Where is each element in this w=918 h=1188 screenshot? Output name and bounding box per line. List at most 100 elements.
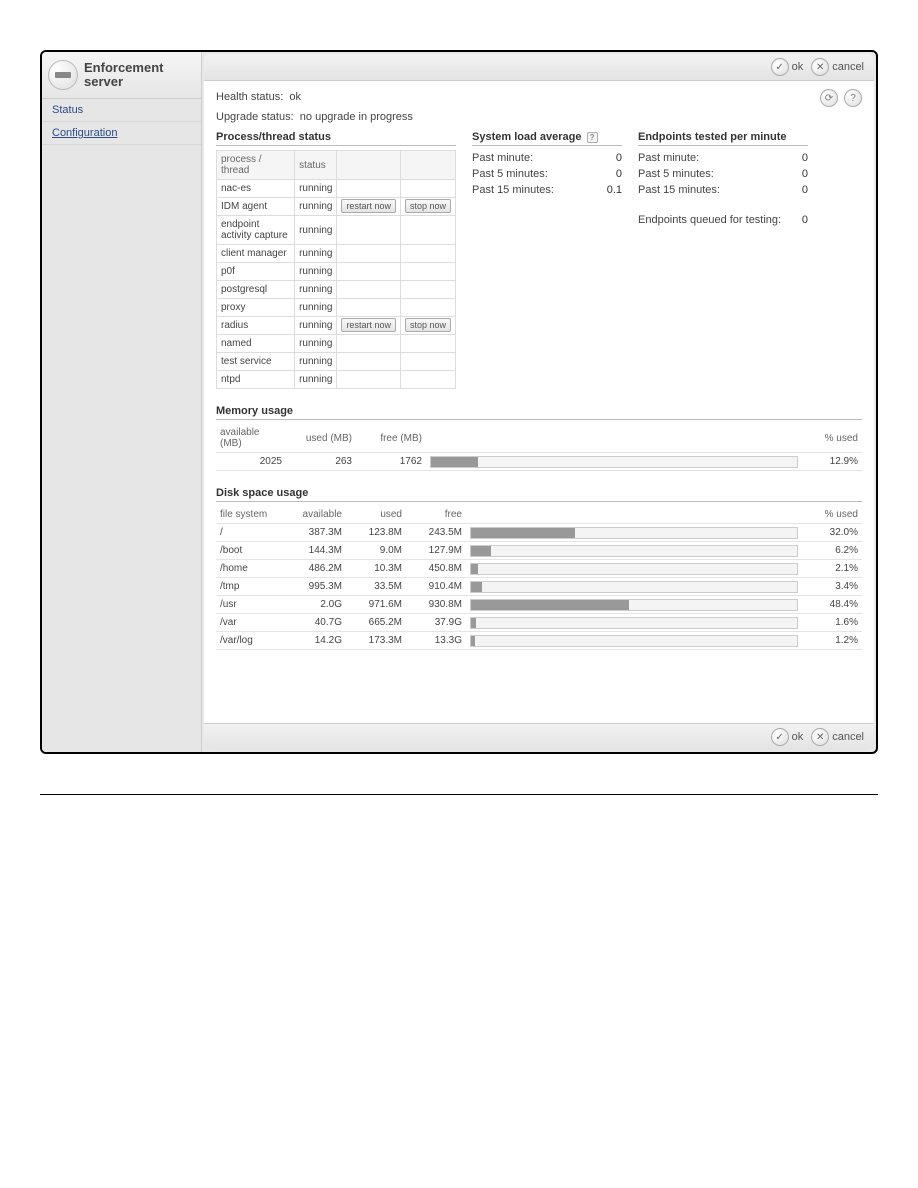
disk-fs: /home (216, 560, 286, 578)
check-icon: ✓ (771, 728, 789, 746)
disk-table: file system available used free % used /… (216, 506, 862, 650)
sidebar-title-line1: Enforcement (84, 61, 163, 75)
disk-used: 33.5M (346, 578, 406, 596)
process-status: running (295, 198, 337, 216)
disk-available: 995.3M (286, 578, 346, 596)
table-row: namedrunning (217, 335, 456, 353)
kv-row: Past minute:0 (638, 150, 808, 166)
mem-col-pct: % used (802, 424, 862, 453)
disk-used: 665.2M (346, 614, 406, 632)
load-value: 0.1 (598, 184, 622, 196)
table-row: /boot144.3M9.0M127.9M6.2% (216, 542, 862, 560)
table-row: postgresqlrunning (217, 281, 456, 299)
stop-button[interactable]: stop now (405, 318, 451, 332)
cancel-button-bottom[interactable]: ✕ cancel (811, 728, 864, 746)
server-icon (48, 60, 78, 90)
epm-value: 0 (784, 168, 808, 180)
process-name: p0f (217, 263, 295, 281)
mem-col-available: available (MB) (216, 424, 286, 453)
load-value: 0 (598, 168, 622, 180)
disk-free: 243.5M (406, 524, 466, 542)
health-value: ok (289, 91, 301, 103)
disk-pct: 3.4% (802, 578, 862, 596)
epm-label: Past minute: (638, 152, 699, 164)
health-label: Health status: (216, 91, 283, 103)
table-row: radiusrunningrestart nowstop now (217, 317, 456, 335)
disk-bar (470, 599, 798, 611)
memory-section: Memory usage available (MB) used (MB) fr… (216, 405, 862, 471)
sidebar-title-line2: server (84, 75, 163, 89)
disk-bar (470, 581, 798, 593)
memory-title: Memory usage (216, 405, 862, 420)
disk-free: 37.9G (406, 614, 466, 632)
upgrade-value: no upgrade in progress (300, 111, 413, 123)
epm-label: Past 5 minutes: (638, 168, 714, 180)
process-name: endpoint activity capture (217, 216, 295, 245)
table-row: client managerrunning (217, 245, 456, 263)
table-row: /home486.2M10.3M450.8M2.1% (216, 560, 862, 578)
disk-available: 387.3M (286, 524, 346, 542)
epm-section: Endpoints tested per minute Past minute:… (638, 131, 808, 389)
mem-col-free: free (MB) (356, 424, 426, 453)
cancel-label: cancel (832, 61, 864, 73)
table-row: /tmp995.3M33.5M910.4M 3.4% (216, 578, 862, 596)
sidebar-header: Enforcement server (42, 52, 201, 99)
disk-title: Disk space usage (216, 487, 862, 502)
disk-fs: /boot (216, 542, 286, 560)
process-section: Process/thread status process / thread s… (216, 131, 456, 389)
disk-bar (470, 563, 798, 575)
disk-free: 13.3G (406, 632, 466, 650)
epm-value: 0 (784, 184, 808, 196)
help-icon-small[interactable]: ? (587, 132, 598, 143)
disk-available: 144.3M (286, 542, 346, 560)
disk-used: 173.3M (346, 632, 406, 650)
process-name: named (217, 335, 295, 353)
load-label: Past 5 minutes: (472, 168, 548, 180)
restart-button[interactable]: restart now (341, 199, 396, 213)
restart-button[interactable]: restart now (341, 318, 396, 332)
table-row: ntpdrunning (217, 371, 456, 389)
process-name: client manager (217, 245, 295, 263)
disk-col-pct: % used (802, 506, 862, 524)
process-name: postgresql (217, 281, 295, 299)
table-row: proxyrunning (217, 299, 456, 317)
disk-bar (470, 635, 798, 647)
ok-label: ok (792, 61, 804, 73)
check-icon: ✓ (771, 58, 789, 76)
stop-button[interactable]: stop now (405, 199, 451, 213)
top-toolbar: ✓ ok ✕ cancel (204, 54, 874, 81)
memory-table: available (MB) used (MB) free (MB) % use… (216, 424, 862, 471)
disk-fs: /tmp (216, 578, 286, 596)
table-row: nac-esrunning (217, 180, 456, 198)
epm-queued-value: 0 (784, 214, 808, 226)
disk-free: 910.4M (406, 578, 466, 596)
load-label: Past minute: (472, 152, 533, 164)
refresh-icon[interactable]: ⟳ (820, 89, 838, 107)
disk-fs: /var/log (216, 632, 286, 650)
disk-available: 486.2M (286, 560, 346, 578)
cancel-button-top[interactable]: ✕ cancel (811, 58, 864, 76)
disk-free: 450.8M (406, 560, 466, 578)
disk-col-fs: file system (216, 506, 286, 524)
kv-row: Past 5 minutes: 0 (472, 166, 622, 182)
disk-fs: / (216, 524, 286, 542)
disk-used: 971.6M (346, 596, 406, 614)
ok-button-top[interactable]: ✓ ok (771, 58, 804, 76)
sidebar: Enforcement server Status Configuration (42, 52, 202, 752)
disk-used: 9.0M (346, 542, 406, 560)
process-status: running (295, 299, 337, 317)
sidebar-item-configuration[interactable]: Configuration (42, 122, 201, 145)
sidebar-item-status[interactable]: Status (42, 99, 201, 122)
epm-label: Past 15 minutes: (638, 184, 720, 196)
process-name: proxy (217, 299, 295, 317)
content-area: ⟳ ? Health status: ok Upgrade status: no… (204, 81, 874, 723)
process-status: running (295, 281, 337, 299)
process-name: radius (217, 317, 295, 335)
sidebar-nav: Status Configuration (42, 99, 201, 145)
disk-available: 14.2G (286, 632, 346, 650)
process-table: process / thread status nac-esrunningIDM… (216, 150, 456, 389)
close-icon: ✕ (811, 728, 829, 746)
app-window: Enforcement server Status Configuration … (40, 50, 878, 754)
ok-button-bottom[interactable]: ✓ ok (771, 728, 804, 746)
help-icon[interactable]: ? (844, 89, 862, 107)
